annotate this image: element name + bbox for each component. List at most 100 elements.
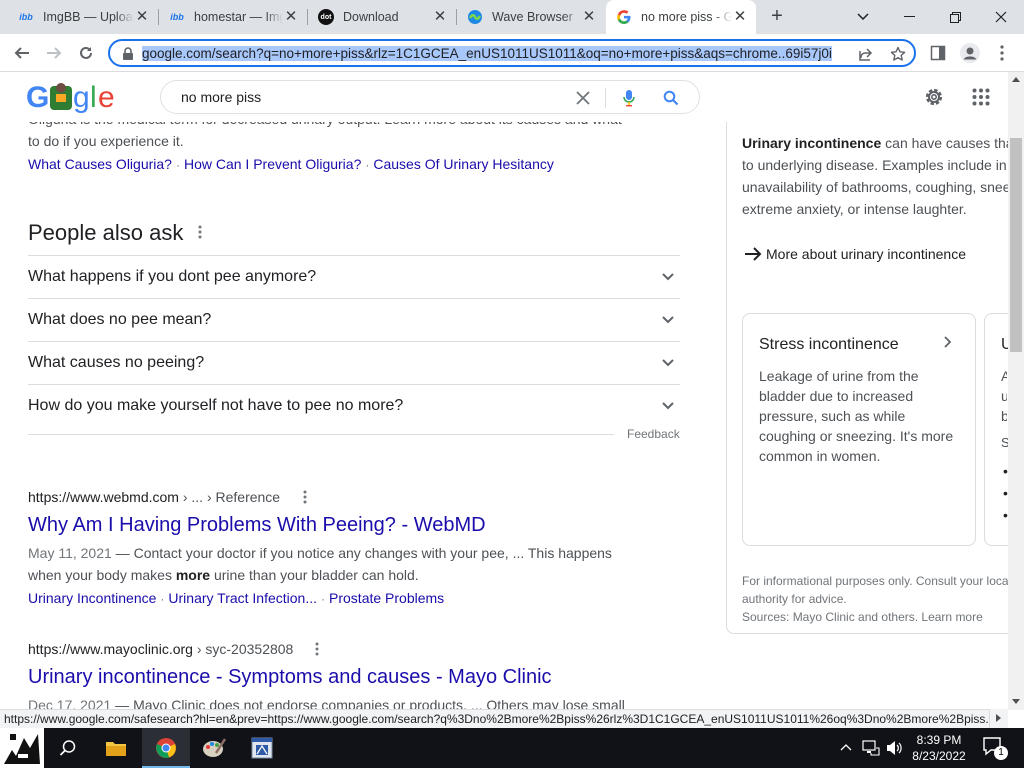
scroll-up-arrow-icon[interactable] (1012, 76, 1020, 82)
sitelink[interactable]: Urinary Incontinence (28, 590, 156, 606)
restore-icon (949, 11, 961, 23)
download-favicon-icon: dot (318, 9, 334, 25)
google-search-header: G g l e no more piss (0, 72, 1008, 122)
vertical-scrollbar[interactable] (1008, 72, 1024, 710)
kp-sources-link[interactable]: Sources: Mayo Clinic and others. Learn m… (742, 608, 1008, 626)
sitelink[interactable]: Urinary Tract Infection... (168, 590, 317, 606)
close-tab-icon[interactable]: ✕ (134, 9, 150, 25)
search-icon[interactable] (663, 90, 679, 106)
google-doodle-logo[interactable]: G g l e (26, 80, 121, 114)
tab-download[interactable]: dot Download ✕ (308, 0, 456, 34)
address-bar[interactable]: google.com/search?q=no+more+piss&rlz=1C1… (108, 39, 916, 67)
tab-imgbb-upload[interactable]: ibb ImgBB — Upload Image ✕ (8, 0, 158, 34)
result-snippet: May 11, 2021 — Contact your doctor if yo… (28, 542, 612, 586)
paa-more-options-icon[interactable] (198, 225, 202, 239)
scrollbar-thumb[interactable] (1010, 138, 1022, 352)
close-window-button[interactable] (978, 0, 1024, 34)
tab-homestar[interactable]: ibb homestar — ImgBB ✕ (159, 0, 307, 34)
paa-question[interactable]: How do you make yourself not have to pee… (28, 384, 680, 427)
sitelink[interactable]: What Causes Oliguria? (28, 156, 172, 172)
feedback-link[interactable]: Feedback (627, 427, 680, 441)
microphone-icon[interactable] (622, 89, 636, 107)
profile-avatar-icon (960, 43, 980, 63)
notification-count-badge: 1 (994, 746, 1008, 760)
lock-icon[interactable] (122, 47, 134, 61)
network-icon[interactable] (862, 740, 880, 756)
condition-card-partial[interactable]: U A u b S • • • (984, 313, 1008, 546)
kp-more-about-text: More about urinary incontinence (766, 246, 967, 262)
tab-google-search-active[interactable]: no more piss - Google Search ✕ (606, 0, 756, 34)
windows-taskbar: 8:39 PM 8/23/2022 1 (0, 728, 1024, 768)
clear-search-icon[interactable] (576, 91, 590, 105)
profile-button[interactable] (956, 39, 984, 67)
taskbar-file-explorer[interactable] (92, 728, 140, 768)
hscroll-right[interactable] (990, 709, 1008, 728)
close-tab-icon[interactable]: ✕ (432, 9, 448, 25)
google-favicon-icon (616, 9, 632, 25)
url-text[interactable]: google.com/search?q=no+more+piss&rlz=1C1… (142, 45, 848, 63)
close-tab-icon[interactable]: ✕ (581, 9, 597, 25)
card-text-line: pressure, such as while (759, 408, 906, 424)
start-button[interactable] (0, 728, 44, 768)
wave-favicon-icon (467, 9, 483, 25)
chevron-down-icon (662, 359, 674, 367)
action-center-button[interactable]: 1 (982, 736, 1008, 760)
result-title-link[interactable]: Why Am I Having Problems With Peeing? - … (28, 514, 486, 537)
top-result-snippet: Oliguria is the medical term for decreas… (28, 122, 622, 152)
chrome-menu-button[interactable] (988, 39, 1016, 67)
card-text-line: Leakage of urine from the (759, 368, 919, 384)
result-citation[interactable]: https://www.webmd.com › ... › Reference (28, 489, 280, 505)
settings-gear-icon[interactable] (923, 86, 945, 108)
condition-card-stress-incontinence[interactable]: Stress incontinence Leakage of urine fro… (742, 313, 976, 546)
sitelink[interactable]: Prostate Problems (329, 590, 444, 606)
kp-text: to underlying disease. Examples include … (742, 157, 1007, 173)
search-box[interactable]: no more piss (160, 80, 700, 114)
share-icon[interactable] (858, 46, 874, 62)
taskbar-app[interactable] (238, 728, 286, 768)
sitelink[interactable]: Causes Of Urinary Hesitancy (373, 156, 554, 172)
result-citation[interactable]: https://www.mayoclinic.org › syc-2035280… (28, 641, 293, 657)
back-button[interactable] (8, 39, 36, 67)
forward-button[interactable] (40, 39, 68, 67)
sitelink[interactable]: How Can I Prevent Oliguria? (184, 156, 361, 172)
paa-question[interactable]: What does no pee mean? (28, 298, 680, 341)
taskbar-chrome[interactable] (142, 728, 190, 768)
scroll-right-arrow-icon[interactable] (996, 714, 1002, 722)
paa-question-text: What happens if you dont pee anymore? (28, 268, 317, 285)
svg-text:e: e (98, 81, 115, 114)
kp-more-about-link[interactable]: More about urinary incontinence (744, 246, 966, 262)
close-tab-icon[interactable]: ✕ (283, 9, 299, 25)
tab-strip: ibb ImgBB — Upload Image ✕ ibb homestar … (0, 0, 1024, 34)
taskbar-paint[interactable] (190, 728, 238, 768)
kp-disclaimer: For informational purposes only. Consult… (742, 572, 1008, 626)
paa-question[interactable]: What happens if you dont pee anymore? (28, 255, 680, 298)
search-query-input[interactable]: no more piss (181, 89, 261, 105)
paa-question[interactable]: What causes no peeing? (28, 341, 680, 384)
minimize-button[interactable] (886, 0, 932, 34)
side-panel-button[interactable] (924, 39, 952, 67)
tab-wave-browser[interactable]: Wave Browser ✕ (457, 0, 605, 34)
restore-button[interactable] (932, 0, 978, 34)
kp-description: Urinary incontinence can have causes tha… (742, 132, 1008, 220)
result-title-link[interactable]: Urinary incontinence - Symptoms and caus… (28, 666, 552, 689)
new-tab-button[interactable]: + (764, 5, 790, 29)
snippet-dash: — (111, 697, 134, 709)
close-tab-icon[interactable]: ✕ (732, 9, 748, 25)
taskbar-clock[interactable]: 8:39 PM 8/23/2022 (908, 732, 970, 764)
volume-icon[interactable] (886, 740, 904, 756)
result-more-options-icon[interactable] (315, 642, 319, 656)
tab-search-button[interactable] (840, 0, 886, 34)
google-apps-icon[interactable] (972, 88, 990, 106)
tray-overflow-chevron-up-icon[interactable] (840, 743, 852, 751)
bookmark-star-icon[interactable] (890, 46, 906, 62)
folder-icon (106, 742, 126, 756)
svg-text:l: l (90, 81, 97, 114)
reload-button[interactable] (72, 39, 100, 67)
side-panel-icon (930, 45, 946, 61)
result-site: https://www.mayoclinic.org (28, 641, 193, 657)
disclaimer-text: authority for advice. (742, 592, 847, 606)
scroll-down-arrow-icon[interactable] (1012, 699, 1020, 705)
taskbar-search-button[interactable] (44, 728, 92, 768)
snippet-text: Contact your doctor if you notice any ch… (133, 545, 612, 561)
result-more-options-icon[interactable] (303, 490, 307, 504)
